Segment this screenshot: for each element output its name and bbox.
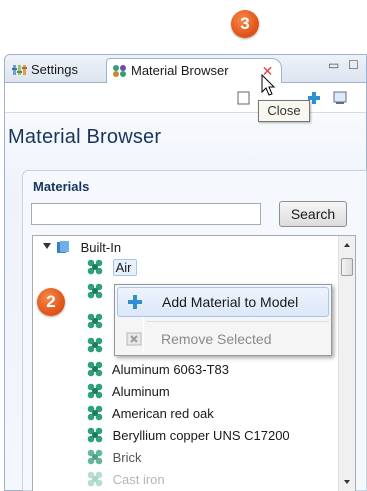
- material-icon: [87, 383, 103, 399]
- help-icon[interactable]: [333, 91, 347, 105]
- tree-root-built-in[interactable]: Built-In: [55, 238, 121, 258]
- remove-selected-menu-item[interactable]: Remove Selected: [117, 325, 329, 355]
- close-tooltip: Close: [258, 100, 310, 122]
- plus-icon: [128, 295, 142, 309]
- tree-item-label: Cast iron: [112, 472, 165, 487]
- mouse-cursor-icon: [261, 74, 276, 96]
- material-icon: [87, 337, 103, 353]
- tab-settings[interactable]: Settings: [9, 58, 105, 83]
- remove-icon: [126, 332, 142, 346]
- tree-item-label: Air: [112, 259, 137, 276]
- tree-item-american-red-oak[interactable]: American red oak: [87, 404, 214, 424]
- tree-item-label: Beryllium copper UNS C17200: [112, 428, 290, 443]
- maximize-icon[interactable]: ☐: [348, 59, 362, 73]
- context-menu: Add Material to Model Remove Selected: [114, 284, 332, 356]
- search-button[interactable]: Search: [279, 201, 347, 227]
- material-icon: [87, 361, 103, 377]
- tree-root-label: Built-In: [80, 240, 122, 255]
- step-2-badge: 2: [37, 288, 65, 316]
- search-input[interactable]: [31, 203, 261, 225]
- settings-icon: [12, 65, 27, 75]
- step-3-badge: 3: [231, 10, 259, 38]
- tree-item-aluminum-6063-t83[interactable]: Aluminum 6063-T83: [87, 360, 229, 380]
- material-icon: [113, 65, 126, 77]
- add-material-to-model-menu-item[interactable]: Add Material to Model: [117, 287, 329, 317]
- material-icon: [87, 427, 103, 443]
- library-icon: [57, 241, 69, 253]
- material-icon: [87, 313, 103, 329]
- tab-material-browser-label: Material Browser: [131, 63, 229, 78]
- material-icon: [87, 449, 103, 465]
- scroll-down-icon[interactable]: [344, 480, 350, 484]
- scrollbar-thumb[interactable]: [341, 258, 353, 276]
- blank-icon[interactable]: [237, 91, 251, 105]
- tree-item-label: American red oak: [111, 406, 214, 421]
- material-icon: [87, 259, 103, 275]
- material-icon: [87, 471, 103, 487]
- expand-arrow-icon[interactable]: [43, 243, 51, 249]
- tree-item-brick[interactable]: Brick: [87, 448, 142, 468]
- tab-strip: Settings Material Browser ✕ ▭ ☐: [5, 55, 366, 84]
- panel-title: Material Browser: [8, 126, 162, 148]
- material-icon: [87, 283, 103, 299]
- scroll-up-icon[interactable]: [344, 243, 350, 247]
- material-tree[interactable]: Built-In Air Aluminum 6063-T83 Aluminum …: [32, 235, 356, 491]
- tree-item-label: Brick: [112, 450, 142, 465]
- materials-section-title: Materials: [33, 179, 90, 194]
- tree-scrollbar[interactable]: [338, 236, 355, 491]
- toolbar: [5, 83, 366, 113]
- context-menu-separator: [147, 321, 329, 322]
- tree-item-cast-iron[interactable]: Cast iron: [87, 470, 165, 490]
- material-icon: [87, 405, 103, 421]
- tree-item-label: Aluminum: [111, 384, 170, 399]
- tree-item-beryllium-copper[interactable]: Beryllium copper UNS C17200: [87, 426, 290, 446]
- menu-item-label: Remove Selected: [161, 331, 272, 347]
- tree-item-label: Aluminum 6063-T83: [111, 362, 229, 377]
- tree-item-aluminum[interactable]: Aluminum: [87, 382, 170, 402]
- tab-material-browser[interactable]: Material Browser ✕: [106, 58, 282, 84]
- tab-settings-label: Settings: [31, 62, 78, 77]
- minimize-icon[interactable]: ▭: [328, 59, 342, 73]
- menu-item-label: Add Material to Model: [162, 294, 299, 310]
- tree-item-air[interactable]: Air: [87, 258, 137, 278]
